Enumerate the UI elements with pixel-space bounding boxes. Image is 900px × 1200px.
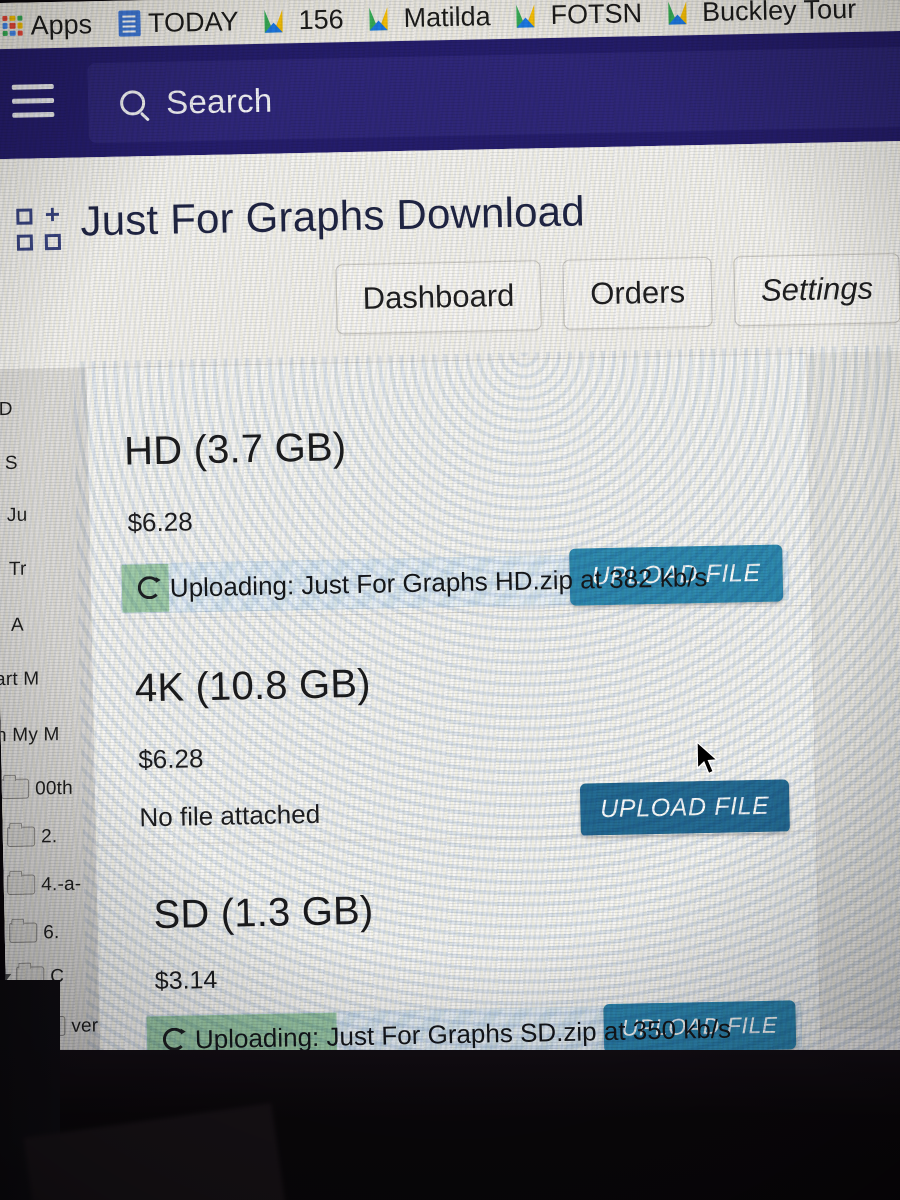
product-title: 4K (10.8 GB): [134, 661, 372, 711]
finder-sidebar-item[interactable]: S: [5, 453, 18, 475]
page-header: + Just For Graphs Download Dashboard Ord…: [0, 140, 900, 370]
search-input[interactable]: Search: [87, 46, 900, 144]
tab-bar: Dashboard Orders Settings: [334, 253, 900, 335]
finder-tree-item[interactable]: 2.: [7, 826, 57, 849]
folder-icon: [9, 922, 38, 943]
app-navbar: Search: [0, 30, 900, 160]
google-drive-icon: [667, 0, 694, 25]
folder-icon: [7, 874, 36, 896]
bookmark-label: Apps: [30, 8, 93, 40]
bookmark-today[interactable]: TODAY: [117, 5, 239, 39]
downloads-card: HD (3.7 GB) $6.28 Uploading: Just For Gr…: [85, 352, 822, 1090]
folder-icon: [1, 778, 30, 800]
tab-orders[interactable]: Orders: [562, 256, 713, 330]
finder-tree-label: 00th: [35, 777, 73, 800]
google-drive-icon: [516, 3, 542, 28]
finder-tree-label: ver: [71, 1015, 99, 1037]
page-title: Just For Graphs Download: [80, 187, 586, 245]
product-row-4k: 4K (10.8 GB) $6.28 No file attached UPLO…: [92, 607, 816, 847]
bookmark-label: FOTSN: [550, 0, 643, 30]
finder-tree-item[interactable]: 00th: [1, 778, 73, 801]
bookmark-apps[interactable]: Apps: [2, 9, 92, 42]
finder-tree-item[interactable]: 6.: [0, 922, 59, 945]
bookmark-label: 156: [298, 3, 344, 35]
google-drive-icon: [369, 6, 395, 31]
screen-content: Fl D S Ju Tr A mart M On My M 00th 2. 4.…: [0, 0, 900, 1124]
bookmark-fotsn[interactable]: FOTSN: [516, 0, 642, 31]
disclosure-triangle-icon[interactable]: [0, 880, 3, 891]
product-row-hd: HD (3.7 GB) $6.28 Uploading: Just For Gr…: [86, 354, 812, 621]
upload-file-button[interactable]: UPLOAD FILE: [579, 779, 790, 837]
disclosure-triangle-icon[interactable]: [0, 928, 5, 939]
product-title: SD (1.3 GB): [152, 888, 374, 938]
finder-sidebar-item[interactable]: Ju: [7, 505, 27, 527]
finder-tree-label: 6.: [43, 922, 60, 944]
finder-tree-label: 2.: [41, 826, 58, 848]
product-price: $3.14: [154, 965, 218, 996]
apps-grid-icon: [2, 15, 23, 37]
finder-tree-item[interactable]: 4.-a-: [0, 874, 81, 898]
finder-sidebar-item[interactable]: Tr: [9, 559, 27, 581]
bookmark-label: Buckley Tour: [701, 0, 857, 27]
finder-sidebar-item[interactable]: D: [0, 399, 13, 421]
finder-sidebar-item: On My M: [0, 724, 60, 747]
bookmark-label: TODAY: [147, 5, 239, 38]
no-file-attached-label: No file attached: [139, 798, 321, 833]
product-row-sd: SD (1.3 GB) $3.14 Uploading: Just For Gr…: [96, 832, 820, 1076]
product-price: $6.28: [127, 506, 193, 538]
google-docs-icon: [117, 10, 141, 37]
spinner-icon: [137, 575, 162, 600]
finder-sidebar-item[interactable]: A: [11, 615, 24, 637]
mouse-pointer-icon: [695, 740, 722, 783]
search-icon: [119, 90, 146, 116]
photographed-screen: Fl D S Ju Tr A mart M On My M 00th 2. 4.…: [0, 0, 900, 1200]
folder-icon: [7, 826, 36, 848]
spinner-icon: [162, 1027, 187, 1051]
finder-tree-label: 4.-a-: [41, 873, 82, 896]
bookmark-matilda[interactable]: Matilda: [369, 1, 491, 34]
google-drive-icon: [264, 8, 290, 33]
finder-sidebar-item: mart M: [0, 668, 40, 691]
hamburger-menu-icon[interactable]: [11, 83, 55, 119]
bookmark-label: Matilda: [403, 0, 491, 33]
grid-plus-icon: +: [16, 199, 63, 251]
product-title: HD (3.7 GB): [123, 425, 347, 474]
product-price: $6.28: [137, 743, 204, 775]
tab-dashboard[interactable]: Dashboard: [334, 260, 543, 335]
tab-settings[interactable]: Settings: [733, 253, 900, 327]
bookmark-156[interactable]: 156: [264, 4, 344, 37]
search-placeholder: Search: [165, 81, 273, 121]
bookmark-buckley-tour[interactable]: Buckley Tour: [667, 0, 857, 28]
